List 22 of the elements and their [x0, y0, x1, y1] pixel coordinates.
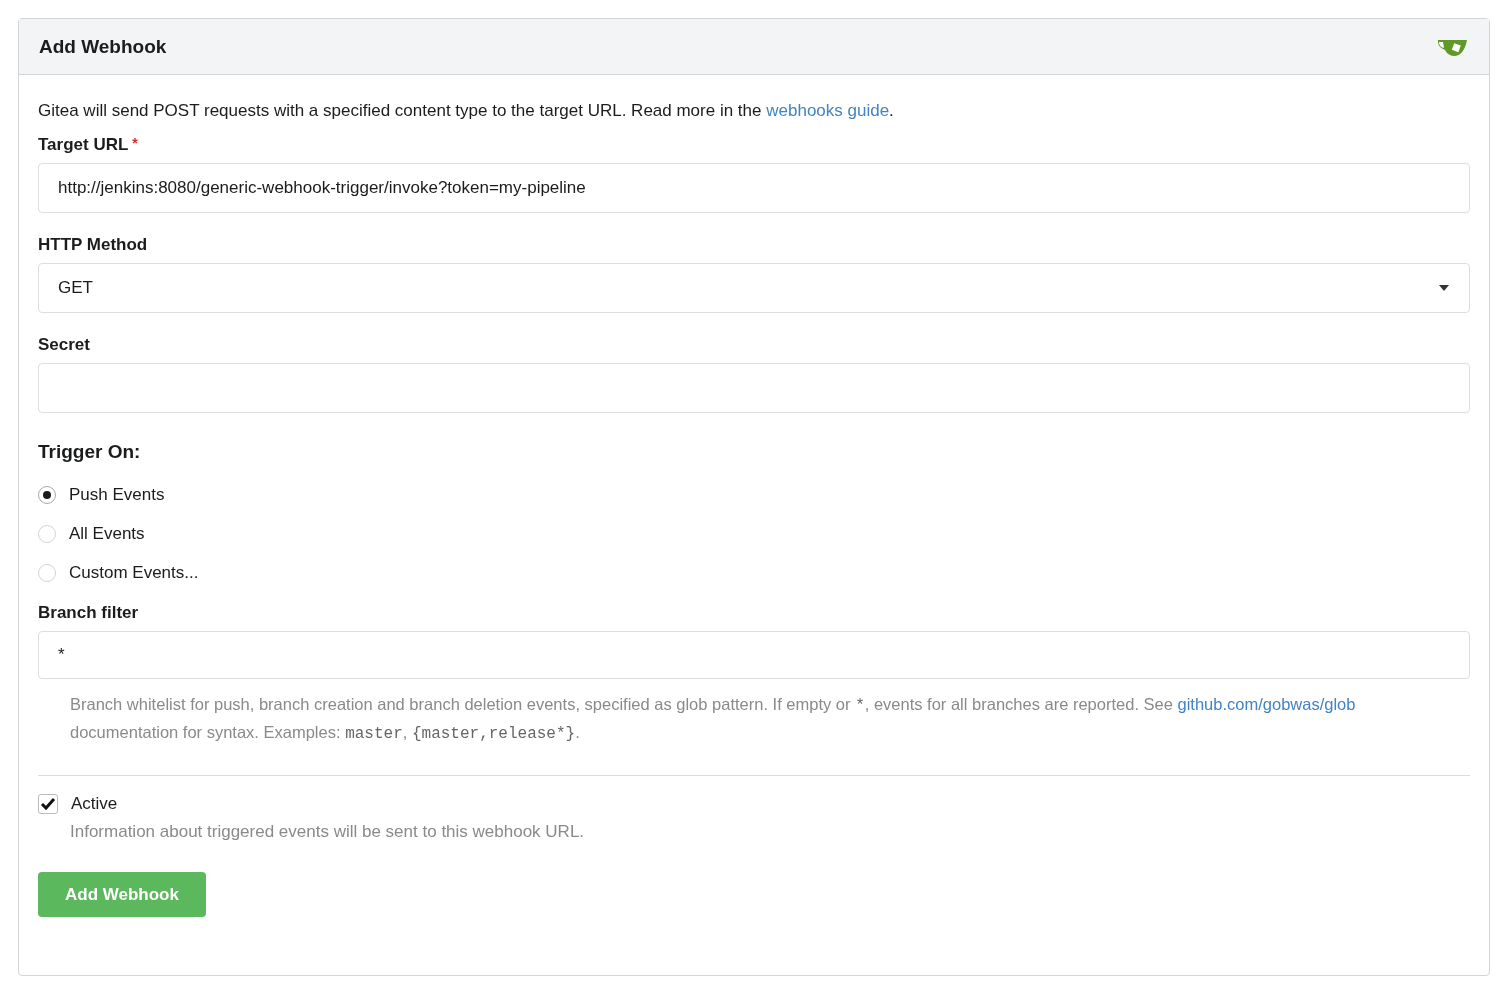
field-label: HTTP Method: [38, 235, 148, 255]
help-text: Branch whitelist for push, branch creation and branch deletion events, specified as glob pattern. If empty or *, events for all branches are reported. See github.com/gobwas/glob documentation for syntax. Examples: master, {master,release*}.: [69, 694, 1357, 745]
input-field[interactable]: http://jenkins:8080/generic-webhook-trigger/invoke?token=my-pipeline: [38, 163, 1470, 213]
input-field[interactable]: *: [38, 631, 1470, 679]
radio-label[interactable]: Custom Events...: [69, 563, 199, 583]
card-title: Add Webhook: [39, 35, 167, 58]
checkbox-label[interactable]: Active: [71, 794, 118, 814]
field-label: Target URL: [38, 135, 129, 155]
intro-text: Gitea will send POST requests with a specified content type to the target URL. Read more in the webhooks guide.: [38, 101, 895, 121]
field-label: Branch filter: [38, 603, 139, 623]
radio-label[interactable]: All Events: [69, 524, 145, 544]
input-field[interactable]: [38, 363, 1470, 413]
link[interactable]: github.com/gobwas/glob: [1177, 695, 1356, 713]
field-label: Secret: [38, 335, 90, 355]
help-text: Information about triggered events will be sent to this webhook URL.: [69, 822, 586, 842]
checkbox[interactable]: [38, 794, 58, 814]
radio-label[interactable]: Push Events: [69, 485, 165, 505]
method-select[interactable]: GET: [38, 263, 1470, 313]
caret-icon: [1438, 284, 1450, 292]
section-label: Trigger On:: [38, 441, 142, 463]
link[interactable]: webhooks guide: [766, 101, 890, 120]
required-mark: *: [132, 135, 138, 151]
